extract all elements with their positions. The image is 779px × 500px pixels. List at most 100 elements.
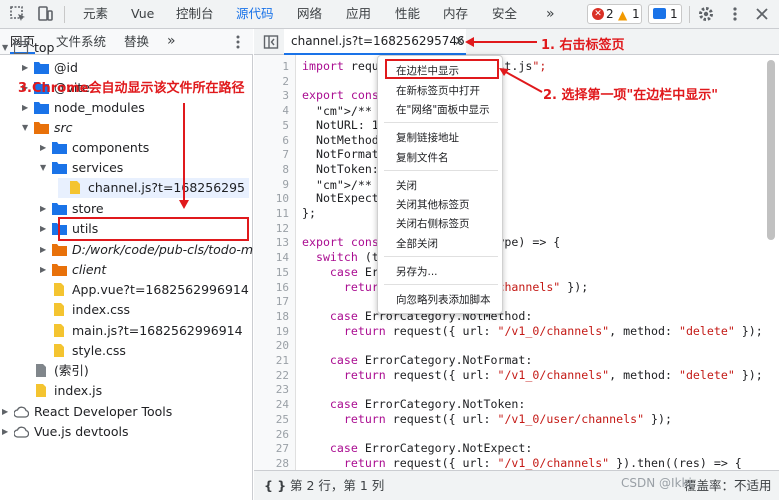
line-number[interactable]: 17: [276, 295, 289, 308]
menu-close-others[interactable]: 关闭其他标签页: [396, 197, 470, 212]
line-number[interactable]: 24: [276, 398, 289, 411]
code-line[interactable]: case ErrorCategory.NotToken:: [302, 397, 525, 411]
tree-folder[interactable]: ▶ components: [0, 138, 253, 158]
line-number[interactable]: 10: [276, 192, 289, 205]
collapsed-arrow-icon[interactable]: ▶: [2, 422, 12, 442]
close-tab-icon[interactable]: ×: [454, 29, 465, 54]
collapsed-arrow-icon[interactable]: ▶: [2, 402, 12, 422]
editor-scrollbar[interactable]: [767, 60, 775, 240]
collapsed-arrow-icon[interactable]: ▶: [40, 199, 50, 219]
line-number[interactable]: 20: [276, 339, 289, 352]
collapsed-arrow-icon[interactable]: ▶: [40, 240, 50, 260]
collapsed-arrow-icon[interactable]: ▶: [22, 58, 32, 78]
device-toolbar-icon[interactable]: [36, 5, 54, 23]
tab-application[interactable]: 应用: [346, 0, 371, 28]
line-number[interactable]: 1: [282, 60, 289, 73]
tree-folder[interactable]: ▶ @id: [0, 58, 253, 78]
gear-icon[interactable]: [697, 5, 715, 23]
tab-memory[interactable]: 内存: [443, 0, 468, 28]
inspect-element-icon[interactable]: [9, 5, 27, 23]
messages-badge[interactable]: 1: [648, 4, 682, 24]
collapsed-arrow-icon[interactable]: ▶: [40, 260, 50, 280]
more-tabs-button[interactable]: »: [546, 0, 555, 28]
tree-file[interactable]: (索引): [0, 361, 253, 381]
collapsed-arrow-icon[interactable]: ▶: [22, 98, 32, 118]
tree-file[interactable]: App.vue?t=1682562996914: [0, 280, 253, 300]
expanded-arrow-icon[interactable]: ▼: [2, 38, 12, 58]
tree-folder[interactable]: ▶ D:/work/code/pub-cls/todo-mvc: [0, 240, 267, 260]
close-icon[interactable]: [753, 5, 771, 23]
line-number[interactable]: 25: [276, 413, 289, 426]
line-number[interactable]: 27: [276, 442, 289, 455]
code-editor[interactable]: 1 2 3 4 5 6 7 8 9 10 11 12 13 14 15 16 17 18 19 20 21 22 23 24 2…: [254, 55, 779, 470]
code-line[interactable]: return request({ url: "/v1_0/user/channe…: [302, 412, 672, 426]
tree-folder[interactable]: ▶ client: [0, 260, 253, 280]
line-number[interactable]: 9: [282, 178, 289, 191]
line-number[interactable]: 3: [282, 89, 289, 102]
tree-folder[interactable]: ▶ store: [0, 199, 253, 219]
code-line[interactable]: NotExpect: [302, 191, 379, 205]
tree-file[interactable]: main.js?t=1682562996914: [0, 321, 253, 341]
tab-sources[interactable]: 源代码: [236, 0, 274, 28]
code-line[interactable]: switch (t: [302, 250, 379, 264]
code-line[interactable]: NotURL: 1: [302, 118, 379, 132]
code-line[interactable]: NotToken:: [302, 162, 379, 176]
line-number[interactable]: 11: [276, 207, 289, 220]
line-number[interactable]: 15: [276, 266, 289, 279]
expanded-arrow-icon[interactable]: ▼: [22, 118, 32, 138]
code-line[interactable]: case ErrorCategory.NotFormat:: [302, 353, 532, 367]
line-number[interactable]: 23: [276, 383, 289, 396]
menu-close[interactable]: 关闭: [396, 178, 417, 193]
code-line[interactable]: return request({ url: "/v1_0/channels", …: [302, 324, 763, 338]
code-line[interactable]: };: [302, 206, 316, 220]
tree-file[interactable]: style.css: [0, 341, 253, 361]
code-line[interactable]: NotMethod: [302, 133, 379, 147]
line-number[interactable]: 22: [276, 369, 289, 382]
tree-folder[interactable]: ▼ src: [0, 118, 253, 138]
tree-extension[interactable]: ▶ Vue.js devtools: [0, 422, 253, 442]
line-number[interactable]: 2: [282, 75, 289, 88]
tree-frame[interactable]: ▼ top: [0, 38, 253, 58]
line-number[interactable]: 4: [282, 104, 289, 117]
tree-file[interactable]: index.js: [0, 381, 253, 401]
line-number[interactable]: 12: [276, 222, 289, 235]
menu-open-in-new-tab[interactable]: 在新标签页中打开: [396, 83, 480, 98]
code-line[interactable]: export cons: [302, 88, 379, 102]
tree-folder[interactable]: ▶ node_modules: [0, 98, 253, 118]
tree-folder[interactable]: ▼ services: [0, 158, 253, 178]
line-number[interactable]: 13: [276, 236, 289, 249]
pretty-print-button[interactable]: { }: [264, 471, 286, 500]
tab-performance[interactable]: 性能: [395, 0, 420, 28]
line-number[interactable]: 26: [276, 428, 289, 441]
code-line[interactable]: NotFormat: [302, 147, 379, 161]
line-number[interactable]: 7: [282, 148, 289, 161]
menu-add-to-ignore-list[interactable]: 向忽略列表添加脚本: [396, 292, 491, 307]
more-options-icon[interactable]: [726, 5, 744, 23]
tab-network[interactable]: 网络: [297, 0, 322, 28]
code-line[interactable]: case Err: [302, 265, 386, 279]
line-number[interactable]: 8: [282, 163, 289, 176]
line-number[interactable]: 14: [276, 251, 289, 264]
menu-copy-filename[interactable]: 复制文件名: [396, 150, 449, 165]
collapsed-arrow-icon[interactable]: ▶: [40, 219, 50, 239]
code-line[interactable]: case ErrorCategory.NotExpect:: [302, 441, 532, 455]
tree-file[interactable]: channel.js?t=168256295746: [58, 178, 249, 198]
expanded-arrow-icon[interactable]: ▼: [40, 158, 50, 178]
collapsed-arrow-icon[interactable]: ▶: [40, 138, 50, 158]
line-number[interactable]: 16: [276, 281, 289, 294]
tab-vue[interactable]: Vue: [131, 0, 154, 28]
menu-close-right[interactable]: 关闭右侧标签页: [396, 216, 470, 231]
menu-copy-link[interactable]: 复制链接地址: [396, 130, 459, 145]
line-number[interactable]: 19: [276, 325, 289, 338]
code-line[interactable]: return request({ url: "/v1_0/channels" }…: [302, 456, 742, 470]
tree-file[interactable]: index.css: [0, 300, 253, 320]
menu-save-as[interactable]: 另存为...: [396, 264, 438, 279]
line-number[interactable]: 6: [282, 134, 289, 147]
issues-badge[interactable]: ✕ 2 ▲ 1: [587, 4, 642, 24]
menu-close-all[interactable]: 全部关闭: [396, 236, 438, 251]
line-number[interactable]: 21: [276, 354, 289, 367]
menu-reveal-in-network[interactable]: 在"网络"面板中显示: [396, 102, 490, 117]
tab-elements[interactable]: 元素: [83, 0, 108, 28]
editor-tab-channel[interactable]: channel.js?t=168256295746 ×: [284, 29, 466, 55]
tab-security[interactable]: 安全: [492, 0, 517, 28]
